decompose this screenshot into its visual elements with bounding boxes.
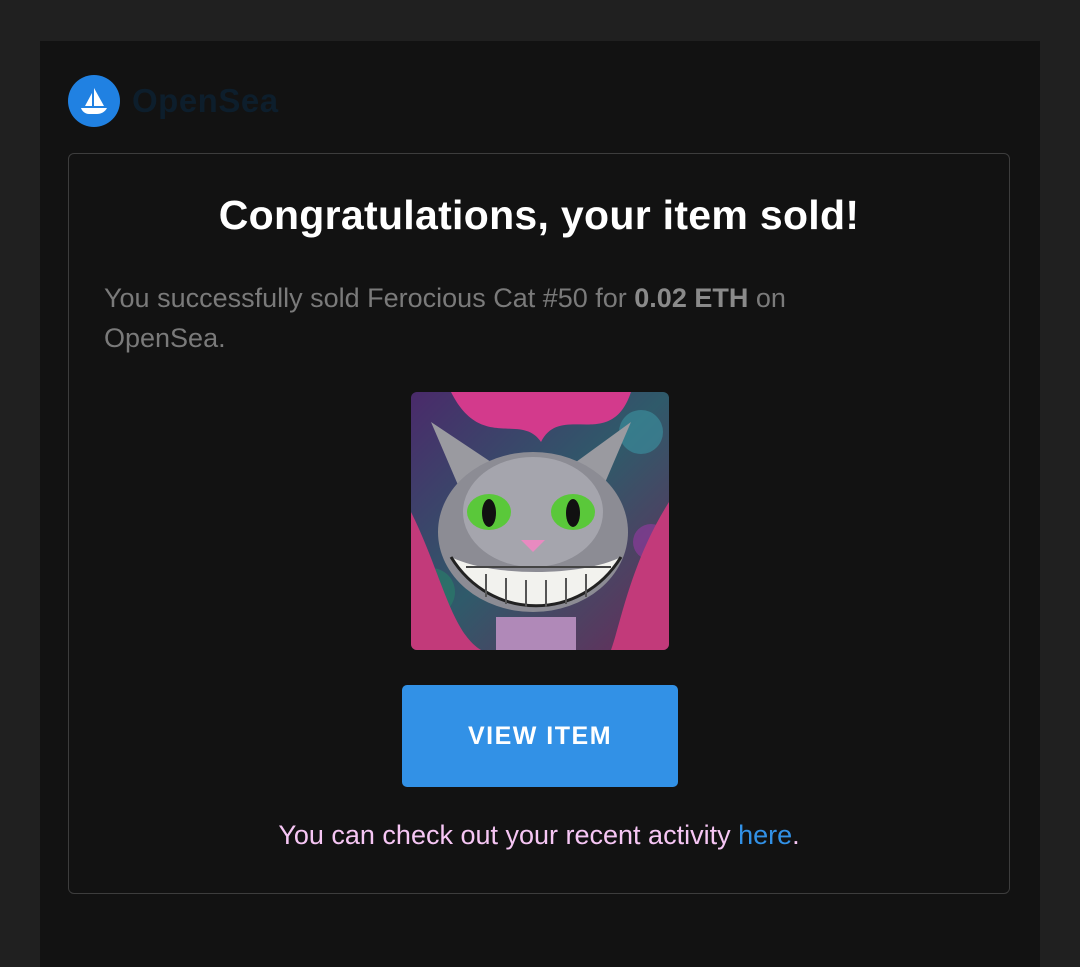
- activity-note: You can check out your recent activity h…: [69, 820, 1009, 851]
- sale-card: Congratulations, your item sold! You suc…: [68, 153, 1010, 894]
- activity-note-suffix: .: [792, 820, 800, 850]
- sale-price: 0.02 ETH: [634, 283, 749, 313]
- sale-message: You successfully sold Ferocious Cat #50 …: [104, 278, 904, 358]
- message-prefix: You successfully sold Ferocious Cat #50 …: [104, 283, 635, 313]
- item-image[interactable]: [411, 392, 669, 650]
- view-item-button[interactable]: VIEW ITEM: [402, 685, 678, 787]
- activity-link[interactable]: here: [738, 820, 792, 850]
- cheshire-cat-artwork: [411, 392, 669, 650]
- opensea-logo[interactable]: OpenSea: [68, 75, 279, 127]
- logo-wordmark: OpenSea: [132, 82, 279, 119]
- activity-note-prefix: You can check out your recent activity: [278, 820, 739, 850]
- headline: Congratulations, your item sold!: [218, 192, 860, 238]
- opensea-ship-icon: [68, 75, 120, 127]
- email-container: OpenSea Congratulations, your item sold!…: [40, 41, 1040, 967]
